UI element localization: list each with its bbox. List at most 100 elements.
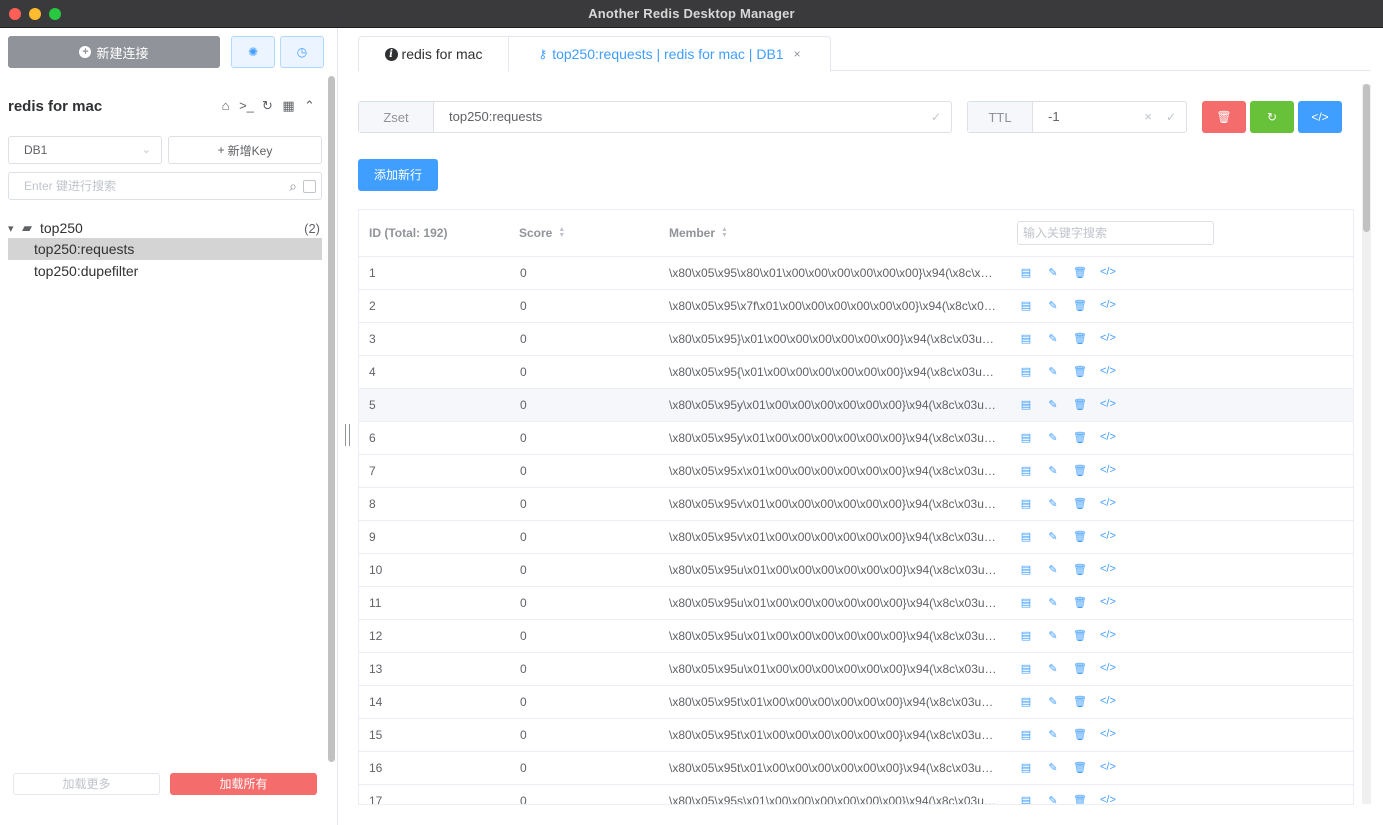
check-icon[interactable]: ✓: [931, 102, 941, 132]
trash-icon[interactable]: 🗑: [1073, 464, 1087, 477]
sort-icon[interactable]: ▲ ▼: [558, 226, 565, 239]
code-icon[interactable]: </>: [1100, 299, 1116, 312]
table-row[interactable]: 5 0 \x80\x05\x95y\x01\x00\x00\x00\x00\x00\…: [359, 389, 1353, 422]
code-icon[interactable]: </>: [1100, 662, 1116, 675]
settings-button[interactable]: ✺: [231, 36, 275, 68]
clear-icon[interactable]: ×: [1144, 102, 1152, 132]
trash-icon[interactable]: 🗑: [1073, 662, 1087, 675]
view-icon[interactable]: ▤: [1019, 431, 1033, 444]
code-icon[interactable]: </>: [1100, 464, 1116, 477]
view-icon[interactable]: ▤: [1019, 299, 1033, 312]
edit-icon[interactable]: ✎: [1046, 299, 1060, 312]
tree-folder-top250[interactable]: ▾ ▰ top250 (2): [8, 218, 322, 238]
view-icon[interactable]: ▤: [1019, 794, 1033, 804]
table-row[interactable]: 4 0 \x80\x05\x95{\x01\x00\x00\x00\x00\x00\…: [359, 356, 1353, 389]
edit-icon[interactable]: ✎: [1046, 497, 1060, 510]
terminal-icon[interactable]: >_: [239, 98, 254, 114]
view-icon[interactable]: ▤: [1019, 629, 1033, 642]
edit-icon[interactable]: ✎: [1046, 695, 1060, 708]
table-search-input[interactable]: 输入关键字搜索: [1017, 221, 1214, 245]
trash-icon[interactable]: 🗑: [1073, 266, 1087, 279]
edit-icon[interactable]: ✎: [1046, 365, 1060, 378]
table-row[interactable]: 3 0 \x80\x05\x95}\x01\x00\x00\x00\x00\x00\…: [359, 323, 1353, 356]
table-row[interactable]: 1 0 \x80\x05\x95\x80\x01\x00\x00\x00\x00\x…: [359, 257, 1353, 290]
table-row[interactable]: 7 0 \x80\x05\x95x\x01\x00\x00\x00\x00\x00\…: [359, 455, 1353, 488]
trash-icon[interactable]: 🗑: [1073, 398, 1087, 411]
table-row[interactable]: 2 0 \x80\x05\x95\x7f\x01\x00\x00\x00\x00\x…: [359, 290, 1353, 323]
edit-icon[interactable]: ✎: [1046, 398, 1060, 411]
code-icon[interactable]: </>: [1100, 398, 1116, 411]
add-row-button[interactable]: 添加新行: [358, 159, 438, 191]
trash-icon[interactable]: 🗑: [1073, 563, 1087, 576]
table-row[interactable]: 9 0 \x80\x05\x95v\x01\x00\x00\x00\x00\x00\…: [359, 521, 1353, 554]
column-header-score[interactable]: Score ▲ ▼: [519, 226, 565, 240]
code-icon[interactable]: </>: [1100, 794, 1116, 804]
code-icon[interactable]: </>: [1100, 530, 1116, 543]
delete-key-button[interactable]: 🗑: [1202, 101, 1246, 133]
edit-icon[interactable]: ✎: [1046, 596, 1060, 609]
sidebar-scrollbar[interactable]: [328, 76, 335, 762]
trash-icon[interactable]: 🗑: [1073, 497, 1087, 510]
table-row[interactable]: 6 0 \x80\x05\x95y\x01\x00\x00\x00\x00\x00\…: [359, 422, 1353, 455]
tree-key-item[interactable]: top250:dupefilter: [8, 260, 322, 282]
view-icon[interactable]: ▤: [1019, 398, 1033, 411]
chevron-down-icon[interactable]: ▾: [8, 222, 22, 235]
edit-icon[interactable]: ✎: [1046, 431, 1060, 444]
close-icon[interactable]: ×: [794, 47, 801, 61]
table-row[interactable]: 8 0 \x80\x05\x95v\x01\x00\x00\x00\x00\x00\…: [359, 488, 1353, 521]
table-row[interactable]: 14 0 \x80\x05\x95t\x01\x00\x00\x00\x00\x00…: [359, 686, 1353, 719]
chevron-up-icon[interactable]: ⌃: [302, 98, 317, 114]
table-row[interactable]: 11 0 \x80\x05\x95u\x01\x00\x00\x00\x00\x00…: [359, 587, 1353, 620]
trash-icon[interactable]: 🗑: [1073, 596, 1087, 609]
new-key-button[interactable]: + 新增Key: [168, 136, 322, 164]
view-icon[interactable]: ▤: [1019, 464, 1033, 477]
view-icon[interactable]: ▤: [1019, 695, 1033, 708]
trash-icon[interactable]: 🗑: [1073, 530, 1087, 543]
code-icon[interactable]: </>: [1100, 431, 1116, 444]
edit-icon[interactable]: ✎: [1046, 563, 1060, 576]
edit-icon[interactable]: ✎: [1046, 266, 1060, 279]
tree-key-item[interactable]: top250:requests: [8, 238, 322, 260]
edit-icon[interactable]: ✎: [1046, 761, 1060, 774]
refresh-icon[interactable]: ↻: [260, 98, 275, 114]
code-icon[interactable]: </>: [1100, 332, 1116, 345]
view-icon[interactable]: ▤: [1019, 728, 1033, 741]
view-icon[interactable]: ▤: [1019, 563, 1033, 576]
code-icon[interactable]: </>: [1100, 497, 1116, 510]
table-row[interactable]: 12 0 \x80\x05\x95u\x01\x00\x00\x00\x00\x00…: [359, 620, 1353, 653]
table-row[interactable]: 10 0 \x80\x05\x95u\x01\x00\x00\x00\x00\x00…: [359, 554, 1353, 587]
trash-icon[interactable]: 🗑: [1073, 794, 1087, 804]
view-icon[interactable]: ▤: [1019, 497, 1033, 510]
check-icon[interactable]: ✓: [1166, 102, 1176, 132]
code-icon[interactable]: </>: [1100, 563, 1116, 576]
table-row[interactable]: 16 0 \x80\x05\x95t\x01\x00\x00\x00\x00\x00…: [359, 752, 1353, 785]
view-icon[interactable]: ▤: [1019, 332, 1033, 345]
panel-resize-handle[interactable]: [345, 424, 350, 446]
view-icon[interactable]: ▤: [1019, 761, 1033, 774]
table-row[interactable]: 15 0 \x80\x05\x95t\x01\x00\x00\x00\x00\x00…: [359, 719, 1353, 752]
key-search-input[interactable]: Enter 键进行搜索 ⌕: [8, 172, 322, 200]
trash-icon[interactable]: 🗑: [1073, 629, 1087, 642]
trash-icon[interactable]: 🗑: [1073, 728, 1087, 741]
code-icon[interactable]: </>: [1100, 596, 1116, 609]
view-icon[interactable]: ▤: [1019, 266, 1033, 279]
new-connection-button[interactable]: + 新建连接: [8, 36, 220, 68]
column-header-member[interactable]: Member ▲ ▼: [669, 226, 728, 240]
view-icon[interactable]: ▤: [1019, 365, 1033, 378]
trash-icon[interactable]: 🗑: [1073, 761, 1087, 774]
trash-icon[interactable]: 🗑: [1073, 332, 1087, 345]
trash-icon[interactable]: 🗑: [1073, 365, 1087, 378]
code-icon[interactable]: </>: [1100, 695, 1116, 708]
dump-command-button[interactable]: </>: [1298, 101, 1342, 133]
edit-icon[interactable]: ✎: [1046, 728, 1060, 741]
table-row[interactable]: 17 0 \x80\x05\x95s\x01\x00\x00\x00\x00\x00…: [359, 785, 1353, 804]
main-scrollbar[interactable]: [1362, 84, 1371, 804]
exact-search-checkbox[interactable]: [303, 180, 316, 193]
edit-icon[interactable]: ✎: [1046, 332, 1060, 345]
trash-icon[interactable]: 🗑: [1073, 299, 1087, 312]
trash-icon[interactable]: 🗑: [1073, 695, 1087, 708]
sort-icon[interactable]: ▲ ▼: [721, 226, 728, 239]
view-icon[interactable]: ▤: [1019, 662, 1033, 675]
key-name-input[interactable]: top250:requests ✓: [434, 102, 951, 132]
table-row[interactable]: 13 0 \x80\x05\x95u\x01\x00\x00\x00\x00\x00…: [359, 653, 1353, 686]
